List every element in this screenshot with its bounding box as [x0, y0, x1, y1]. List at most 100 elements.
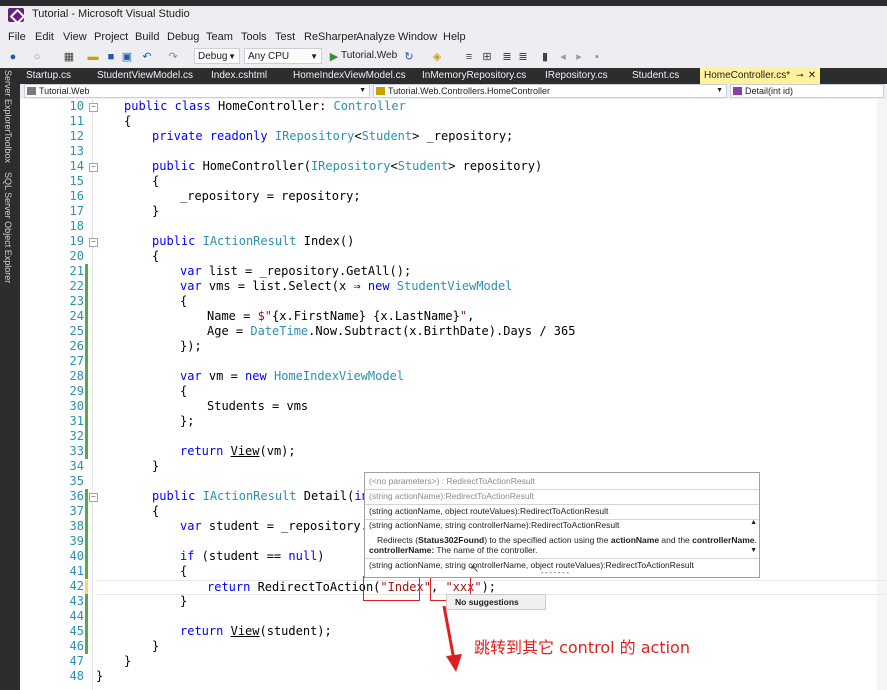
- line-number: 33: [69, 444, 84, 458]
- title-bar: Tutorial - Microsoft Visual Studio: [0, 0, 887, 30]
- tab-inmemoryrepository[interactable]: InMemoryRepository.cs: [422, 70, 526, 81]
- tok: IRepository: [274, 129, 355, 143]
- tab-homecontroller[interactable]: HomeController.cs* ⊸ ✕: [700, 68, 821, 84]
- play-icon[interactable]: ▶: [327, 50, 341, 64]
- document-tabs: Startup.cs StudentViewModel.cs Index.csh…: [20, 68, 887, 84]
- menu-team[interactable]: Team: [206, 31, 233, 43]
- desc-status: Status302Found: [418, 535, 485, 545]
- uncomment-icon[interactable]: ≣: [516, 50, 530, 64]
- separator: [365, 558, 759, 559]
- tok: class: [174, 99, 211, 113]
- bookmark-icon[interactable]: ▮: [538, 50, 552, 64]
- code-line-45: return View(student);: [180, 624, 332, 638]
- tab-studentviewmodel[interactable]: StudentViewModel.cs: [97, 70, 193, 81]
- server-explorer-tab[interactable]: Server Explorer: [3, 70, 13, 133]
- type-dropdown[interactable]: Tutorial.Web.Controllers.HomeController …: [373, 84, 727, 98]
- menu-build[interactable]: Build: [135, 31, 159, 43]
- line-number: 35: [69, 474, 84, 488]
- start-target-label[interactable]: Tutorial.Web: [341, 50, 397, 61]
- chevron-down-icon: ▼: [228, 52, 236, 61]
- member-dropdown[interactable]: Detail(int id): [730, 84, 884, 98]
- save-icon[interactable]: ■: [104, 50, 118, 64]
- tok: public: [152, 489, 196, 503]
- scroll-up-icon[interactable]: ▲: [750, 519, 757, 526]
- line-number: 34: [69, 459, 84, 473]
- tab-startup[interactable]: Startup.cs: [26, 70, 71, 81]
- refresh-icon[interactable]: ↻: [402, 50, 416, 64]
- platform-select[interactable]: Any CPU ▼: [244, 48, 322, 64]
- tok: );: [481, 580, 497, 594]
- code-line-12: private readonly IRepository<Student> _r…: [152, 129, 513, 143]
- back-icon[interactable]: ●: [6, 50, 20, 64]
- comment-icon[interactable]: ≣: [500, 50, 514, 64]
- tok: <: [354, 129, 362, 143]
- overload-row-selected[interactable]: (string actionName, string controllerNam…: [369, 520, 619, 530]
- tok: (student);: [259, 624, 332, 638]
- new-project-icon[interactable]: ▦: [62, 50, 76, 64]
- redo-icon[interactable]: ↷: [166, 50, 180, 64]
- overload-row[interactable]: (string actionName):RedirectToActionResu…: [369, 491, 534, 501]
- line-number: 44: [69, 609, 84, 623]
- menu-view[interactable]: View: [63, 31, 87, 43]
- side-tool-strip: Server Explorer Toolbox SQL Server Objec…: [0, 68, 20, 690]
- menu-tools[interactable]: Tools: [241, 31, 267, 43]
- undo-icon[interactable]: ↶: [140, 50, 154, 64]
- collapse-icon[interactable]: −: [89, 163, 98, 172]
- format-icon[interactable]: ≡: [462, 50, 476, 64]
- prev-bookmark-icon[interactable]: ◂: [556, 50, 570, 64]
- overload-row[interactable]: (string actionName, object routeValues):…: [369, 506, 608, 516]
- code-line-31: };: [180, 414, 195, 428]
- navigation-bar: Tutorial.Web ▼ Tutorial.Web.Controllers.…: [20, 84, 887, 99]
- close-icon[interactable]: ✕: [808, 70, 816, 81]
- line-number: 36: [69, 489, 84, 503]
- collapse-icon[interactable]: −: [89, 238, 98, 247]
- menu-debug[interactable]: Debug: [167, 31, 199, 43]
- open-icon[interactable]: ▬: [86, 50, 100, 64]
- project-dropdown[interactable]: Tutorial.Web ▼: [24, 84, 370, 98]
- collapse-icon[interactable]: −: [89, 103, 98, 112]
- forward-icon[interactable]: ○: [30, 50, 44, 64]
- overload-row[interactable]: (<no parameters>) : RedirectToActionResu…: [369, 476, 535, 486]
- tab-student[interactable]: Student.cs: [632, 70, 679, 81]
- menu-file[interactable]: File: [8, 31, 26, 43]
- save-all-icon[interactable]: ▣: [120, 50, 134, 64]
- line-number: 24: [69, 309, 84, 323]
- tok: IRepository: [310, 159, 391, 173]
- pin-icon[interactable]: ⊸: [796, 70, 804, 80]
- overload-row[interactable]: (string actionName, string controllerNam…: [369, 560, 694, 570]
- line-number: 12: [69, 129, 84, 143]
- menu-test[interactable]: Test: [275, 31, 295, 43]
- menu-edit[interactable]: Edit: [35, 31, 54, 43]
- tok: if: [180, 549, 195, 563]
- toolbox-tab[interactable]: Toolbox: [3, 132, 13, 163]
- tab-index-cshtml[interactable]: Index.cshtml: [211, 70, 267, 81]
- code-line-37: {: [152, 504, 160, 518]
- browse-icon[interactable]: ◈: [430, 50, 444, 64]
- editor-scrollbar[interactable]: [877, 99, 887, 690]
- config-select[interactable]: Debug ▼: [194, 48, 240, 64]
- menu-resharper[interactable]: ReSharper: [304, 31, 357, 43]
- tok: readonly: [209, 129, 268, 143]
- scroll-down-icon[interactable]: ▼: [750, 547, 757, 554]
- gutter-divider: [92, 99, 93, 690]
- tab-irepository[interactable]: IRepository.cs: [545, 70, 608, 81]
- menu-analyze[interactable]: Analyze: [356, 31, 395, 43]
- project-icon: [27, 87, 36, 95]
- menu-window[interactable]: Window: [398, 31, 437, 43]
- line-number: 13: [69, 144, 84, 158]
- tok: IActionResult: [202, 234, 297, 248]
- menu-project[interactable]: Project: [94, 31, 128, 43]
- change-marker-unsaved: [85, 580, 88, 594]
- layout-icon[interactable]: ⊞: [480, 50, 494, 64]
- sql-server-object-explorer-tab[interactable]: SQL Server Object Explorer: [3, 172, 13, 283]
- line-number: 46: [69, 639, 84, 653]
- param-description: controllerName: The name of the controll…: [369, 545, 538, 555]
- clear-bookmark-icon[interactable]: ▪: [590, 50, 604, 64]
- tok: student = _repository.G: [201, 519, 376, 533]
- tok: [203, 129, 210, 143]
- tok: ): [317, 549, 325, 563]
- next-bookmark-icon[interactable]: ▸: [572, 50, 586, 64]
- menu-help[interactable]: Help: [443, 31, 466, 43]
- tab-homeindexviewmodel[interactable]: HomeIndexViewModel.cs: [293, 70, 406, 81]
- collapse-icon[interactable]: −: [89, 493, 98, 502]
